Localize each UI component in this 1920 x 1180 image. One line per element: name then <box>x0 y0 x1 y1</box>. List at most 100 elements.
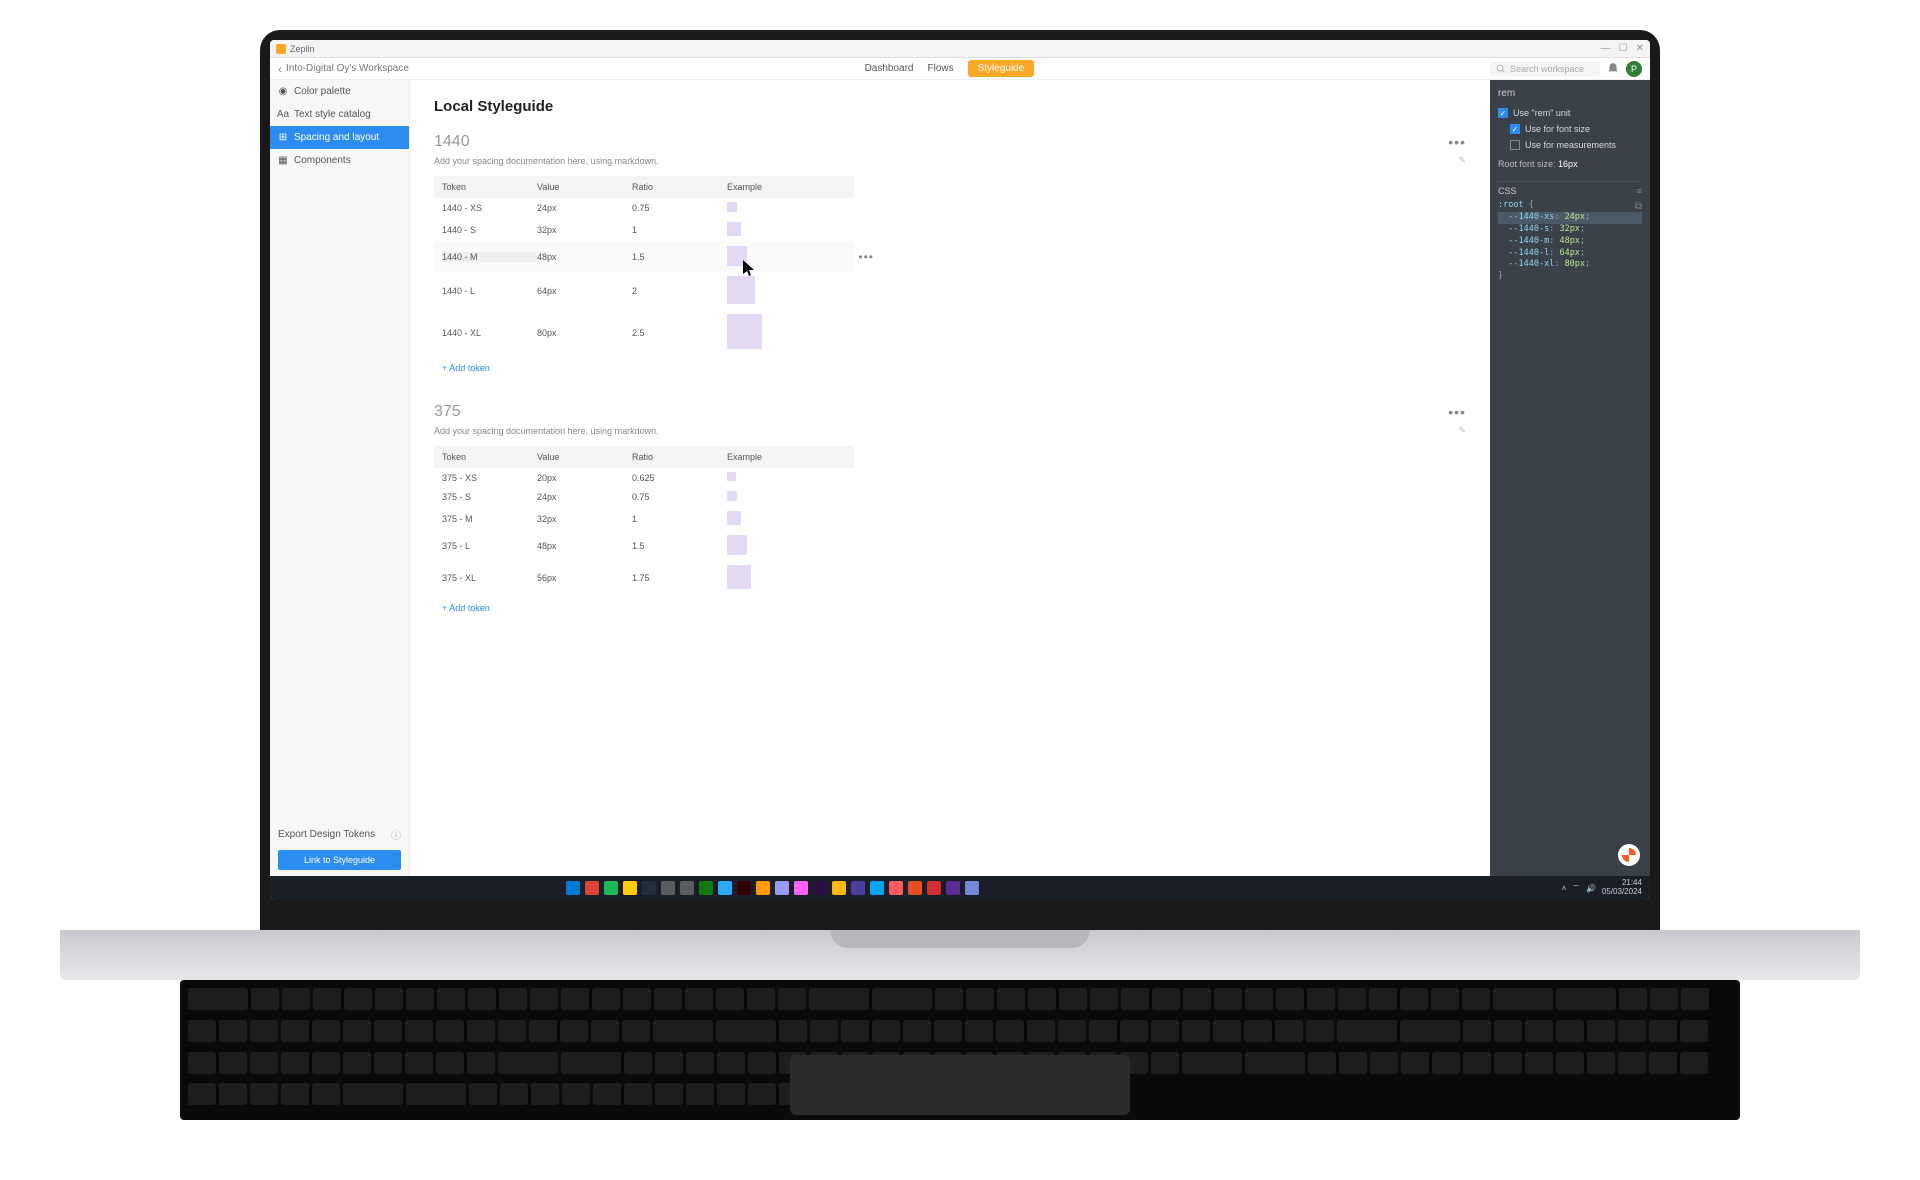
token-ratio: 1 <box>632 514 727 524</box>
token-ratio: 2 <box>632 286 727 296</box>
taskbar-app-icon[interactable] <box>623 881 637 895</box>
taskbar-app-icon[interactable] <box>908 881 922 895</box>
windows-taskbar: ˄ ⌔ 🔊 21:44 05/03/2024 <box>270 876 1650 900</box>
column-header: Example <box>727 452 857 462</box>
taskbar-app-icon[interactable] <box>946 881 960 895</box>
row-more-icon[interactable]: ••• <box>858 250 874 264</box>
taskbar-app-icon[interactable] <box>775 881 789 895</box>
taskbar-app-icon[interactable] <box>927 881 941 895</box>
section-description: Add your spacing documentation here, usi… <box>434 426 659 436</box>
taskbar-app-icon[interactable] <box>566 881 580 895</box>
checkbox-icon <box>1510 140 1520 150</box>
close-icon[interactable]: ✕ <box>1636 43 1644 54</box>
section-more-icon[interactable]: ••• <box>1448 404 1466 420</box>
info-icon: ⓘ <box>391 827 401 842</box>
token-row[interactable]: 1440 - L 64px 2 <box>434 272 854 310</box>
taskbar-app-icon[interactable] <box>756 881 770 895</box>
token-name: 1440 - M <box>442 252 537 262</box>
wifi-icon[interactable]: ⌔ <box>1572 883 1580 893</box>
volume-icon[interactable]: 🔊 <box>1586 884 1596 893</box>
copy-icon[interactable]: ⧉ <box>1635 200 1642 214</box>
laptop-frame: Zeplin — ☐ ✕ ‹ Into-Digital Oy's Workspa… <box>260 30 1660 930</box>
token-row[interactable]: 375 - S 24px 0.75 <box>434 487 854 507</box>
token-table: TokenValueRatioExample 375 - XS 20px 0.6… <box>434 446 854 595</box>
sidebar-item-palette[interactable]: ◉Color palette <box>270 80 409 103</box>
taskbar-app-icon[interactable] <box>642 881 656 895</box>
sidebar-item-label: Spacing and layout <box>294 132 379 143</box>
code-language[interactable]: CSS <box>1498 186 1517 196</box>
laptop-notch <box>830 930 1090 948</box>
taskbar-app-icon[interactable] <box>889 881 903 895</box>
taskbar-app-icon[interactable] <box>604 881 618 895</box>
token-name: 1440 - S <box>442 225 537 235</box>
token-row[interactable]: 375 - XL 56px 1.75 <box>434 561 854 595</box>
use-measurements-checkbox[interactable]: Use for measurements <box>1510 140 1642 150</box>
token-row[interactable]: 375 - L 48px 1.5 <box>434 531 854 561</box>
token-example <box>727 202 857 214</box>
token-value: 56px <box>537 573 632 583</box>
taskbar-app-icon[interactable] <box>718 881 732 895</box>
token-value: 80px <box>537 328 632 338</box>
token-ratio: 1.5 <box>632 541 727 551</box>
token-name: 1440 - XL <box>442 328 537 338</box>
workspace-name[interactable]: Into-Digital Oy's Workspace <box>286 63 409 74</box>
taskbar-app-icon[interactable] <box>661 881 675 895</box>
components-icon: ▦ <box>278 156 288 166</box>
search-icon <box>1496 64 1506 74</box>
token-row[interactable]: 375 - XS 20px 0.625 <box>434 468 854 487</box>
code-line: :root { <box>1498 200 1642 212</box>
sidebar-item-text[interactable]: AaText style catalog <box>270 103 409 126</box>
help-button[interactable] <box>1618 844 1640 866</box>
taskbar-app-icon[interactable] <box>585 881 599 895</box>
sidebar-item-spacing[interactable]: ⊞Spacing and layout <box>270 126 409 149</box>
token-row[interactable]: 375 - M 32px 1 <box>434 507 854 531</box>
code-line: --1440-xs: 24px; <box>1498 212 1642 224</box>
token-row[interactable]: 1440 - XL 80px 2.5 <box>434 310 854 355</box>
link-styleguide-button[interactable]: Link to Styleguide <box>278 850 401 870</box>
code-line: --1440-xl: 80px; <box>1498 259 1642 271</box>
column-header: Ratio <box>632 452 727 462</box>
table-header: TokenValueRatioExample <box>434 446 854 468</box>
search-input[interactable]: Search workspace <box>1490 62 1600 76</box>
token-example <box>727 491 857 503</box>
maximize-icon[interactable]: ☐ <box>1619 43 1628 54</box>
token-example <box>727 565 857 591</box>
tray-chevron-icon[interactable]: ˄ <box>1562 884 1567 893</box>
use-rem-checkbox[interactable]: ✓ Use "rem" unit <box>1498 108 1642 118</box>
minimize-icon[interactable]: — <box>1601 43 1611 54</box>
export-tokens[interactable]: Export Design Tokens ⓘ <box>278 823 401 846</box>
taskbar-app-icon[interactable] <box>737 881 751 895</box>
notifications-icon[interactable] <box>1606 62 1620 76</box>
edit-icon[interactable]: ✎ <box>1458 155 1466 166</box>
taskbar-app-icon[interactable] <box>965 881 979 895</box>
section-more-icon[interactable]: ••• <box>1448 134 1466 150</box>
token-row[interactable]: 1440 - XS 24px 0.75 <box>434 198 854 218</box>
add-token-button[interactable]: + Add token <box>434 363 1466 373</box>
token-row[interactable]: 1440 - M 48px 1.5 ••• <box>434 242 854 272</box>
token-ratio: 0.75 <box>632 203 727 213</box>
taskbar-app-icon[interactable] <box>680 881 694 895</box>
taskbar-app-icon[interactable] <box>870 881 884 895</box>
taskbar-app-icon[interactable] <box>851 881 865 895</box>
avatar[interactable]: P <box>1626 61 1642 77</box>
back-icon[interactable]: ‹ <box>278 62 282 76</box>
token-value: 32px <box>537 514 632 524</box>
taskbar-app-icon[interactable] <box>699 881 713 895</box>
code-options-icon[interactable]: ≡ <box>1637 186 1642 196</box>
code-block[interactable]: ⧉ :root { --1440-xs: 24px; --1440-s: 32p… <box>1498 200 1642 283</box>
nav-dashboard[interactable]: Dashboard <box>865 63 914 74</box>
add-token-button[interactable]: + Add token <box>434 603 1466 613</box>
nav-flows[interactable]: Flows <box>927 63 953 74</box>
taskbar-app-icon[interactable] <box>794 881 808 895</box>
taskbar-app-icon[interactable] <box>813 881 827 895</box>
sidebar-item-components[interactable]: ▦Components <box>270 149 409 172</box>
use-font-checkbox[interactable]: ✓ Use for font size <box>1510 124 1642 134</box>
taskbar-app-icon[interactable] <box>832 881 846 895</box>
token-row[interactable]: 1440 - S 32px 1 <box>434 218 854 242</box>
token-value: 20px <box>537 473 632 483</box>
token-example <box>727 535 857 557</box>
token-value: 48px <box>537 252 632 262</box>
edit-icon[interactable]: ✎ <box>1458 425 1466 436</box>
clock[interactable]: 21:44 05/03/2024 <box>1602 879 1642 897</box>
nav-styleguide[interactable]: Styleguide <box>968 60 1035 77</box>
